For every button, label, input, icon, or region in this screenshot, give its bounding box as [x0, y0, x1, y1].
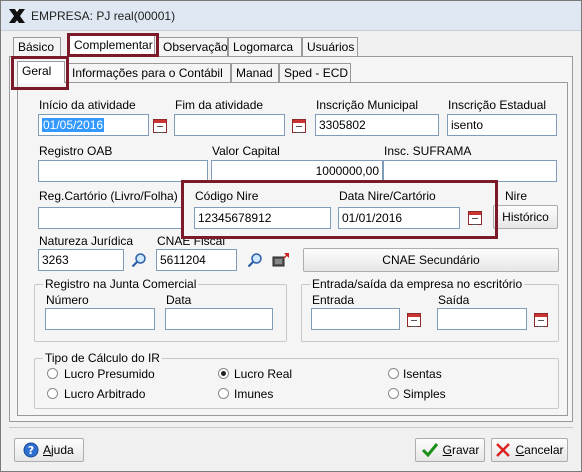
empresa-window: EMPRESA: PJ real(00001) Básico Complemen… [0, 0, 582, 472]
data-input[interactable] [165, 308, 273, 330]
insc-suframa-input[interactable] [383, 160, 557, 182]
footer-separator [9, 427, 573, 428]
calendar-icon[interactable] [468, 211, 482, 225]
data-label: Data [166, 293, 192, 307]
nire-label: Nire [505, 189, 528, 203]
junta-comercial-title: Registro na Junta Comercial [43, 277, 199, 291]
reg-cartorio-input[interactable] [38, 207, 184, 229]
isentas-label: Isentas [403, 367, 442, 381]
fim-atividade-input[interactable] [174, 114, 285, 136]
radio-lucro-presumido[interactable] [47, 368, 58, 379]
lucro-real-label: Lucro Real [234, 367, 293, 381]
cancelar-button[interactable]: Cancelar [491, 438, 568, 462]
codigo-nire-label: Código Nire [195, 189, 259, 203]
cnae-secundario-button[interactable]: CNAE Secundário [303, 248, 559, 272]
calendar-icon[interactable] [153, 119, 167, 133]
close-icon [496, 443, 511, 457]
fim-atividade-label: Fim da atividade [175, 98, 264, 112]
tab-basico[interactable]: Básico [13, 37, 61, 57]
radio-lucro-arbitrado[interactable] [47, 388, 58, 399]
search-icon[interactable] [131, 252, 147, 268]
title-bar: EMPRESA: PJ real(00001) [1, 1, 581, 31]
inscricao-estadual-input[interactable]: isento [447, 114, 557, 136]
radio-lucro-real[interactable] [218, 368, 229, 379]
inicio-atividade-input[interactable]: 01/05/2016 [38, 114, 149, 136]
tab-sped-ecd[interactable]: Sped - ECD [279, 63, 351, 83]
tab-geral[interactable]: Geral [17, 61, 65, 83]
calculo-ir-group [34, 358, 559, 409]
codigo-nire-input[interactable]: 12345678912 [194, 207, 331, 229]
data-nire-input[interactable]: 01/01/2016 [338, 207, 460, 229]
valor-capital-input[interactable]: 1000000,00 [211, 160, 383, 182]
valor-capital-label: Valor Capital [212, 144, 280, 158]
gravar-button[interactable]: Gravar [415, 438, 485, 462]
inicio-atividade-label: Início da atividade [39, 98, 136, 112]
open-folder-icon[interactable] [272, 251, 290, 269]
natureza-juridica-input[interactable]: 3263 [38, 249, 124, 271]
help-icon: ? [23, 442, 39, 458]
tab-usuarios[interactable]: Usuários [302, 37, 358, 57]
simples-label: Simples [403, 387, 446, 401]
entrada-saida-title: Entrada/saída da empresa no escritório [310, 277, 525, 291]
registro-oab-label: Registro OAB [39, 144, 113, 158]
cancelar-label: Cancelar [515, 443, 564, 457]
ajuda-label: Ajuda [43, 443, 74, 457]
app-logo-icon [9, 9, 25, 23]
historico-button[interactable]: Histórico [493, 205, 558, 229]
calculo-ir-title: Tipo de Cálculo do IR [43, 351, 162, 365]
calendar-icon[interactable] [292, 119, 306, 133]
window-title: EMPRESA: PJ real(00001) [31, 9, 176, 23]
lucro-arbitrado-label: Lucro Arbitrado [64, 387, 146, 401]
tab-observacao[interactable]: Observação [158, 37, 228, 57]
tab-informacoes-contabil[interactable]: Informações para o Contábil [67, 63, 231, 83]
registro-oab-input[interactable] [38, 160, 208, 182]
insc-suframa-label: Insc. SUFRAMA [384, 144, 472, 158]
cnae-fiscal-label: CNAE Fiscal [157, 234, 226, 248]
radio-isentas[interactable] [388, 368, 399, 379]
lucro-presumido-label: Lucro Presumido [64, 367, 155, 381]
gravar-label: Gravar [442, 443, 480, 457]
checkmark-icon [421, 443, 438, 458]
entrada-label: Entrada [312, 293, 355, 307]
cnae-fiscal-input[interactable]: 5611204 [156, 249, 237, 271]
inscricao-estadual-label: Inscrição Estadual [448, 98, 547, 112]
numero-input[interactable] [45, 308, 155, 330]
imunes-label: Imunes [234, 387, 274, 401]
calendar-icon[interactable] [407, 313, 421, 327]
calendar-icon[interactable] [534, 313, 548, 327]
numero-label: Número [46, 293, 89, 307]
entrada-input[interactable] [311, 308, 400, 330]
data-nire-label: Data Nire/Cartório [339, 189, 436, 203]
tab-complementar[interactable]: Complementar [69, 35, 155, 57]
tab-manad[interactable]: Manad [231, 63, 279, 83]
reg-cartorio-label: Reg.Cartório (Livro/Folha) [39, 189, 178, 203]
ajuda-button[interactable]: ? Ajuda [14, 438, 84, 462]
radio-simples[interactable] [388, 388, 399, 399]
search-icon[interactable] [247, 252, 263, 268]
svg-text:?: ? [28, 444, 34, 457]
saida-label: Saída [438, 293, 470, 307]
inscricao-municipal-label: Inscrição Municipal [316, 98, 419, 112]
inscricao-municipal-input[interactable]: 3305802 [315, 114, 439, 136]
radio-imunes[interactable] [218, 388, 229, 399]
natureza-juridica-label: Natureza Jurídica [39, 234, 134, 248]
tab-logomarca[interactable]: Logomarca [228, 37, 302, 57]
saida-input[interactable] [437, 308, 527, 330]
